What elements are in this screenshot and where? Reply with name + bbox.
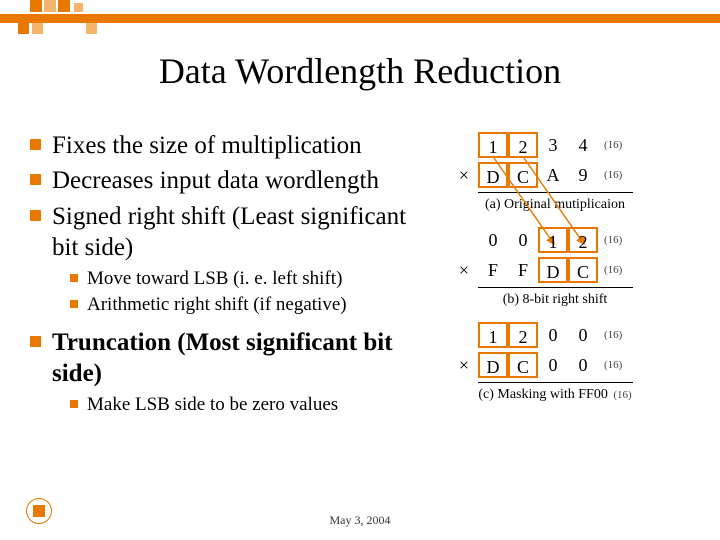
cell: C [508, 352, 538, 378]
diagram-row-c1: 1 2 0 0 (16) [450, 320, 700, 350]
content-body: Fixes the size of multiplication Decreas… [30, 130, 420, 427]
bullet-icon [30, 210, 41, 221]
cell: 9 [568, 162, 598, 188]
subscript: (16) [604, 234, 622, 246]
cell: D [538, 257, 568, 283]
subbullet-4a: Make LSB side to be zero values [70, 393, 420, 417]
cell: 2 [508, 322, 538, 348]
rule-line [478, 287, 633, 288]
bullet-text: Make LSB side to be zero values [87, 393, 338, 417]
diagram: 1 2 3 4 (16) × D C A 9 (16) (a) Original… [450, 130, 700, 415]
cell: 2 [568, 227, 598, 253]
caption-c: (c) Masking with FF00 (16) [450, 387, 660, 403]
bullet-icon [70, 400, 78, 408]
cell: C [568, 257, 598, 283]
caption-a: (a) Original mutiplicaion [450, 197, 660, 213]
caption-text: (c) Masking with FF00 [478, 387, 608, 402]
subbullet-3b: Arithmetic right shift (if negative) [70, 293, 420, 317]
bullet-text: Arithmetic right shift (if negative) [87, 293, 347, 317]
cell: 4 [568, 132, 598, 158]
bullet-icon [30, 336, 41, 347]
bullet-text: Signed right shift (Least significant bi… [52, 201, 420, 264]
subbullet-3a: Move toward LSB (i. e. left shift) [70, 267, 420, 291]
bullet-1: Fixes the size of multiplication [30, 130, 420, 161]
diagram-row-b2: × F F D C (16) [450, 255, 700, 285]
cell: F [478, 257, 508, 283]
bullet-icon [30, 174, 41, 185]
diagram-row-c2: × D C 0 0 (16) [450, 350, 700, 380]
cell: F [508, 257, 538, 283]
cell: 1 [538, 227, 568, 253]
multiply-icon: × [450, 260, 478, 281]
bullet-icon [70, 300, 78, 308]
cell: 3 [538, 132, 568, 158]
cell: 2 [508, 132, 538, 158]
subscript: (16) [604, 139, 622, 151]
header-decoration [0, 0, 720, 40]
diagram-row-a2: × D C A 9 (16) [450, 160, 700, 190]
cell: 0 [568, 352, 598, 378]
cell: A [538, 162, 568, 188]
rule-line [478, 382, 633, 383]
subscript: (16) [604, 264, 622, 276]
cell: 0 [538, 322, 568, 348]
subscript: (16) [604, 169, 622, 181]
cell: 0 [508, 227, 538, 253]
cell: 0 [538, 352, 568, 378]
slide-title: Data Wordlength Reduction [0, 50, 720, 92]
cell: C [508, 162, 538, 188]
footer-date: May 3, 2004 [0, 513, 720, 528]
cell: 0 [478, 227, 508, 253]
caption-b: (b) 8-bit right shift [450, 292, 660, 308]
multiply-icon: × [450, 165, 478, 186]
cell: D [478, 352, 508, 378]
subscript: (16) [613, 389, 631, 401]
multiply-icon: × [450, 355, 478, 376]
bullet-2: Decreases input data wordlength [30, 165, 420, 196]
rule-line [478, 192, 633, 193]
bullet-icon [70, 274, 78, 282]
diagram-row-b1: 0 0 1 2 (16) [450, 225, 700, 255]
diagram-row-a1: 1 2 3 4 (16) [450, 130, 700, 160]
bullet-4: Truncation (Most significant bit side) [30, 327, 420, 390]
cell: 1 [478, 322, 508, 348]
cell: 1 [478, 132, 508, 158]
bullet-icon [30, 139, 41, 150]
bullet-text: Move toward LSB (i. e. left shift) [87, 267, 342, 291]
bullet-text: Truncation (Most significant bit side) [52, 327, 420, 390]
subscript: (16) [604, 329, 622, 341]
bullet-text: Fixes the size of multiplication [52, 130, 362, 161]
cell: 0 [568, 322, 598, 348]
subscript: (16) [604, 359, 622, 371]
bullet-text: Decreases input data wordlength [52, 165, 379, 196]
cell: D [478, 162, 508, 188]
bullet-3: Signed right shift (Least significant bi… [30, 201, 420, 264]
